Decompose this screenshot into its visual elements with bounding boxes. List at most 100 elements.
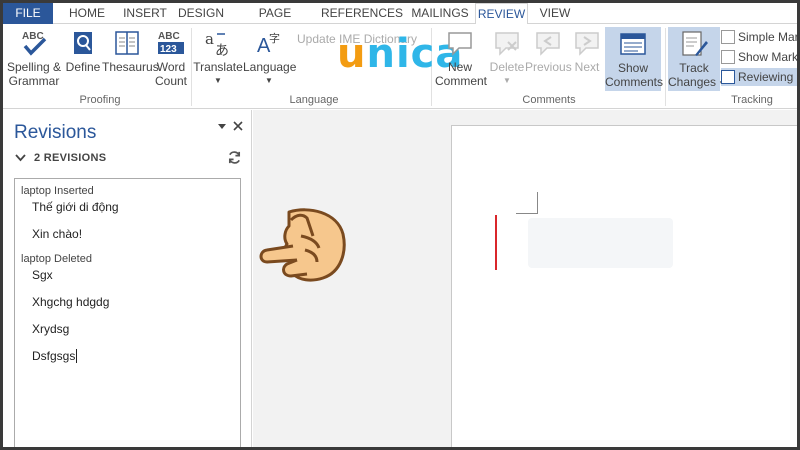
show-label: Show: [617, 61, 649, 75]
reviewing-pane-button[interactable]: Reviewing Pane: [721, 68, 797, 86]
revisions-list[interactable]: laptop Inserted Thế giới di động Xin chà…: [14, 178, 241, 447]
proofing-group-label: Proofing: [79, 94, 121, 106]
previous-comment-button[interactable]: Previous: [525, 28, 572, 74]
reviewing-pane-icon: [721, 70, 735, 84]
delete-comment-button[interactable]: Delete ▼: [487, 28, 527, 88]
reviewing-pane-label: Reviewing Pane: [738, 70, 797, 84]
tab-mailings[interactable]: MAILINGS: [407, 3, 473, 24]
magnifier-book-icon: [74, 32, 92, 54]
language-group-label: Language: [289, 94, 339, 106]
track-changes-button[interactable]: Track Changes ▼: [668, 27, 726, 91]
translate-label: Translate: [193, 60, 243, 74]
tracking-group-label: Tracking: [731, 94, 773, 106]
markup-icon: [721, 30, 735, 44]
next-comment-button[interactable]: Next: [571, 28, 603, 74]
language-button[interactable]: A 字 Language ▼: [243, 28, 296, 88]
spelling-label: Spelling &: [6, 60, 62, 74]
changes-label: Changes: [668, 75, 717, 89]
dropdown-arrow-icon: ▼: [265, 76, 273, 85]
translate-icon: a あ: [205, 30, 229, 58]
define-button[interactable]: Define: [64, 28, 102, 74]
show-markup-label: Show Markup: [738, 50, 797, 64]
tab-references[interactable]: REFERENCES: [321, 3, 403, 24]
svg-text:あ: あ: [215, 43, 229, 58]
word-window: FILE HOME INSERT DESIGN PAGE LAYOUT REFE…: [3, 3, 797, 447]
revision-text[interactable]: Thế giới di động: [32, 200, 119, 214]
revision-author: laptop Deleted: [21, 253, 92, 265]
refresh-icon[interactable]: [227, 150, 242, 165]
tab-insert[interactable]: INSERT: [116, 3, 174, 24]
group-separator: [665, 28, 666, 106]
new-comment-button[interactable]: New Comment: [435, 28, 488, 88]
document-text-block: [528, 218, 673, 268]
changes-label-wrap: Changes ▼: [668, 75, 726, 91]
markup-mode-select[interactable]: Simple Markup: [721, 28, 797, 46]
show-comments-button[interactable]: Show Comments: [605, 27, 664, 91]
next-comment-icon: [575, 32, 599, 56]
revision-text-last[interactable]: Dsfgsgs: [32, 349, 78, 363]
tab-home[interactable]: HOME: [61, 3, 113, 24]
chevron-down-icon[interactable]: [15, 154, 26, 162]
tab-file[interactable]: FILE: [3, 3, 53, 24]
next-label: Next: [574, 60, 600, 74]
tracking-options: Simple Markup Show Markup Reviewing Pane: [721, 28, 797, 90]
translate-button[interactable]: a あ Translate ▼: [193, 28, 243, 88]
track-label: Track: [679, 61, 709, 75]
spelling-grammar-button[interactable]: ABC Spelling & Grammar: [5, 28, 63, 88]
previous-label: Previous: [525, 60, 572, 74]
define-label: Define: [65, 60, 101, 74]
revision-author: laptop Inserted: [21, 185, 94, 197]
pointing-hand-icon: [259, 208, 346, 282]
previous-comment-icon: [536, 32, 560, 56]
revisions-count: 2 REVISIONS: [34, 152, 107, 164]
margin-corner-mark: [516, 192, 538, 214]
pencil-document-icon: [682, 31, 708, 56]
change-bar: [495, 215, 497, 270]
logo-first-letter: u: [337, 31, 367, 77]
pane-options-icon[interactable]: [217, 123, 227, 131]
revision-text[interactable]: Xin chào!: [32, 227, 82, 241]
word-label: Word: [156, 60, 186, 74]
text-cursor: [76, 349, 78, 363]
revision-text[interactable]: Sgx: [32, 268, 53, 282]
show-comments-icon: [620, 33, 646, 55]
delete-comment-icon: [495, 32, 519, 56]
abc-check-icon: ABC: [22, 31, 47, 56]
markup-mode-label: Simple Markup: [738, 30, 797, 44]
abc-123-icon: ABC 123: [158, 31, 184, 55]
new-comment-icon: [448, 32, 472, 56]
ribbon-tab-strip: FILE HOME INSERT DESIGN PAGE LAYOUT REFE…: [3, 3, 797, 41]
word-count-button[interactable]: ABC 123 Word Count: [153, 28, 189, 88]
revision-text[interactable]: Xhgchg hdgdg: [32, 295, 109, 309]
show-markup-button[interactable]: Show Markup: [721, 48, 797, 66]
count-label: Count: [154, 74, 188, 88]
tab-page-layout[interactable]: PAGE LAYOUT: [235, 3, 315, 41]
svg-text:ABC: ABC: [158, 31, 180, 42]
group-separator: [191, 28, 192, 106]
comments-label: Comments: [605, 75, 664, 89]
thesaurus-button[interactable]: Thesaurus: [102, 28, 159, 74]
svg-text:ABC: ABC: [22, 31, 44, 42]
language-icon: A 字: [257, 31, 280, 57]
revisions-pane: Revisions 2 REVISIONS laptop Inserted Th…: [3, 110, 252, 447]
tab-review[interactable]: REVIEW: [475, 3, 528, 25]
revisions-pane-title: Revisions: [14, 122, 97, 143]
dropdown-arrow-icon: ▼: [214, 76, 222, 85]
book-icon: [115, 31, 139, 55]
delete-label: Delete: [489, 60, 525, 74]
show-markup-icon: [721, 50, 735, 64]
revision-text[interactable]: Xrydsg: [32, 322, 69, 336]
grammar-label: Grammar: [8, 74, 60, 88]
ribbon: ABC Spelling & Grammar Define Thesaurus: [3, 24, 797, 109]
close-icon[interactable]: [232, 120, 244, 132]
comment-label: Comment: [435, 74, 488, 88]
svg-text:a: a: [205, 30, 214, 48]
tab-design[interactable]: DESIGN: [175, 3, 227, 24]
svg-text:123: 123: [160, 44, 177, 55]
svg-text:字: 字: [269, 31, 280, 45]
tab-view[interactable]: VIEW: [534, 3, 576, 24]
comments-group-label: Comments: [522, 94, 576, 106]
document-page[interactable]: [451, 125, 797, 447]
thesaurus-label: Thesaurus: [102, 60, 159, 74]
revision-text: Dsfgsgs: [32, 349, 76, 363]
